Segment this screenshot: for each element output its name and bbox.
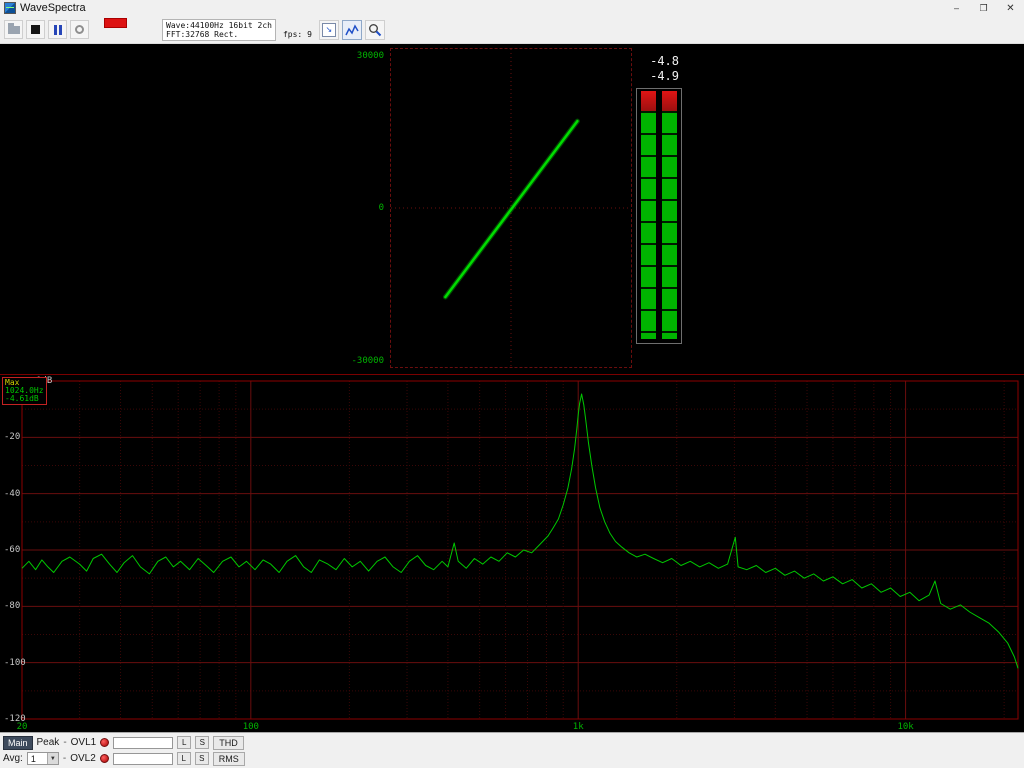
l-button-1[interactable]: L <box>177 736 191 749</box>
peak-mode-label: Peak <box>37 737 60 748</box>
fps-value: 9 <box>307 30 312 39</box>
db-tick-label: -40 <box>4 489 20 499</box>
pause-icon <box>54 25 62 35</box>
meter-bar-right <box>662 91 677 339</box>
separator: - <box>63 737 66 748</box>
s-button-1[interactable]: S <box>195 736 209 749</box>
separator: - <box>63 753 66 764</box>
upper-display-area: 30000 0 -30000 -4.8 -4.9 <box>0 44 1024 374</box>
stop-icon <box>31 25 40 34</box>
db-tick-label: -60 <box>4 545 20 555</box>
maximize-button[interactable]: ❐ <box>970 0 997 16</box>
db-tick-label: -20 <box>4 432 20 442</box>
channel1-input[interactable] <box>113 737 173 749</box>
meter-green-zone-right <box>662 111 677 339</box>
db-tick-label: -80 <box>4 601 20 611</box>
fft-format-text: FFT:32768 Rect. <box>166 30 272 39</box>
lissajous-plot <box>391 49 631 367</box>
lissajous-panel <box>390 48 632 368</box>
peak-right-value: -4.9 <box>636 69 679 84</box>
recording-indicator <box>104 18 127 28</box>
spectrum-plot <box>0 375 1024 731</box>
level-meters: -4.8 -4.9 <box>636 54 682 344</box>
peak-left-value: -4.8 <box>636 54 679 69</box>
meter-frame <box>636 88 682 344</box>
ovl2-led <box>100 754 109 763</box>
ovl1-led <box>100 738 109 747</box>
meter-red-zone-left <box>641 91 656 111</box>
wave-format-text: Wave:44100Hz 16bit 2ch <box>166 21 272 30</box>
meter-red-zone-right <box>662 91 677 111</box>
minimize-button[interactable]: – <box>943 0 970 16</box>
statusbar-row-2: Avg: 1 ▼ - OVL2 L S RMS <box>3 751 1021 766</box>
folder-icon <box>8 26 20 34</box>
peak-info-db: -4.61dB <box>5 395 44 403</box>
window-title: WaveSpectra <box>20 2 86 14</box>
toolbar: Wave:44100Hz 16bit 2ch FFT:32768 Rect. f… <box>0 16 1024 44</box>
freq-tick-label: 20 <box>17 722 28 732</box>
stop-button[interactable] <box>26 20 45 39</box>
avg-value: 1 <box>31 754 36 764</box>
ovl1-label: OVL1 <box>71 737 97 748</box>
peak-readout: -4.8 -4.9 <box>636 54 682 84</box>
freq-tick-label: 100 <box>243 722 259 732</box>
s-button-2[interactable]: S <box>195 752 209 765</box>
channel2-input[interactable] <box>113 753 173 765</box>
ovl2-label: OVL2 <box>70 753 96 764</box>
app-window: WaveSpectra – ❐ ✕ Wave:44100Hz 16bit 2ch… <box>0 0 1024 768</box>
lissajous-y-min-label: -30000 <box>351 356 384 366</box>
magnifier-icon <box>368 23 382 37</box>
lissajous-y-zero-label: 0 <box>379 203 384 213</box>
l-button-2[interactable]: L <box>177 752 191 765</box>
statusbar: Main Peak - OVL1 L S THD Avg: 1 ▼ - OVL2… <box>0 732 1024 768</box>
meter-bar-left <box>641 91 656 339</box>
record-button[interactable] <box>70 20 89 39</box>
freq-tick-label: 1k <box>573 722 584 732</box>
statusbar-row-1: Main Peak - OVL1 L S THD <box>3 735 1021 750</box>
rms-button[interactable]: RMS <box>213 752 245 766</box>
freq-tick-label: 10k <box>897 722 913 732</box>
lissajous-axis-labels: 30000 0 -30000 <box>342 48 386 368</box>
fps-label: fps: <box>283 30 302 39</box>
config-button[interactable] <box>365 20 385 40</box>
thd-button[interactable]: THD <box>213 736 244 750</box>
spectrum-panel: Max 1024.0Hz -4.61dB 0dB-20-40-60-80-100… <box>0 374 1024 732</box>
pause-button[interactable] <box>48 20 67 39</box>
lissajous-y-max-label: 30000 <box>357 51 384 61</box>
open-file-button[interactable] <box>4 20 23 39</box>
avg-label: Avg: <box>3 753 23 764</box>
avg-select[interactable]: 1 ▼ <box>27 752 59 765</box>
window-controls: – ❐ ✕ <box>943 0 1024 16</box>
meter-green-zone-left <box>641 111 656 339</box>
format-info-box: Wave:44100Hz 16bit 2ch FFT:32768 Rect. <box>162 19 276 41</box>
chevron-down-icon: ▼ <box>47 753 58 764</box>
window-arrange-button[interactable]: ↘ <box>319 20 339 40</box>
display-settings-button[interactable] <box>342 20 362 40</box>
main-button[interactable]: Main <box>3 736 33 750</box>
graph-icon <box>345 23 359 37</box>
record-icon <box>75 25 84 34</box>
titlebar: WaveSpectra – ❐ ✕ <box>0 0 1024 16</box>
peak-info-box: Max 1024.0Hz -4.61dB <box>2 377 47 405</box>
db-tick-label: -100 <box>4 658 26 668</box>
arrange-icon: ↘ <box>322 23 336 37</box>
app-icon <box>4 2 16 14</box>
close-button[interactable]: ✕ <box>997 0 1024 16</box>
waveform-panel <box>0 44 388 374</box>
fps-readout: fps: 9 <box>283 30 312 39</box>
